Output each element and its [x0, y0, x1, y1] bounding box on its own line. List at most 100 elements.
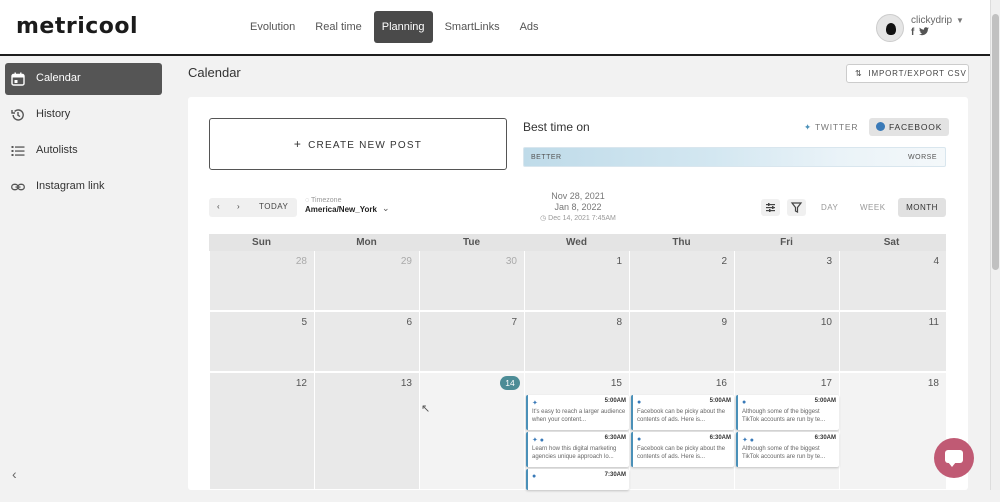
sidebar: Calendar History Autolists Instagram lin…: [0, 58, 168, 490]
scheduled-post[interactable]: ● 5:00AM Facebook can be picky about the…: [631, 395, 734, 430]
scheduled-post[interactable]: ● 5:00AM Although some of the biggest Ti…: [736, 395, 839, 430]
day-number: 7: [511, 317, 517, 328]
day-cell[interactable]: 8: [524, 312, 629, 372]
weekday-label: Wed: [566, 237, 587, 248]
chat-bubble-icon: [945, 450, 963, 467]
view-week-button[interactable]: WEEK: [860, 199, 886, 216]
scheduled-post[interactable]: ● 6:30AM Facebook can be picky about the…: [631, 432, 734, 467]
post-text: Facebook can be picky about the contents…: [637, 446, 726, 460]
timezone-value: America/New_York: [305, 205, 377, 214]
sliders-icon: [766, 203, 775, 212]
facebook-icon: f: [911, 27, 915, 38]
better-label: BETTER: [531, 154, 562, 161]
chat-button[interactable]: [934, 438, 974, 478]
day-number: 6: [406, 317, 412, 328]
nav-smartlinks[interactable]: SmartLinks: [437, 11, 508, 43]
scheduled-post[interactable]: ● 7:30AM: [526, 469, 629, 490]
prev-button[interactable]: ‹: [217, 202, 220, 211]
collapse-sidebar-button[interactable]: ‹: [12, 466, 17, 482]
scheduled-post[interactable]: ✦ ● 6:30AM Learn how this digital market…: [526, 432, 629, 467]
day-number: 3: [826, 256, 832, 267]
nav-planning[interactable]: Planning: [373, 11, 433, 43]
nav-evolution[interactable]: Evolution: [242, 11, 303, 43]
nav-ads[interactable]: Ads: [512, 11, 547, 43]
calendar-icon: [11, 72, 25, 86]
twitter-icon: ✦: [532, 400, 538, 407]
sidebar-item-instagram-link[interactable]: Instagram link: [5, 171, 162, 203]
view-day-button[interactable]: DAY: [821, 199, 838, 216]
history-icon: [11, 109, 24, 121]
day-cell[interactable]: 6: [314, 312, 419, 372]
day-number: 8: [616, 317, 622, 328]
sidebar-item-calendar[interactable]: Calendar: [5, 63, 162, 95]
chevron-down-icon[interactable]: ▼: [956, 16, 964, 25]
import-export-label: IMPORT/EXPORT CSV: [868, 69, 967, 78]
create-post-button[interactable]: + CREATE NEW POST: [209, 118, 507, 170]
day-cell[interactable]: 29: [314, 251, 419, 311]
post-text: Although some of the biggest TikTok acco…: [742, 446, 826, 460]
sidebar-item-autolists[interactable]: Autolists: [5, 135, 162, 167]
day-cell[interactable]: 4: [839, 251, 946, 311]
page-scrollbar[interactable]: [990, 0, 1000, 490]
chevron-down-icon[interactable]: ⌄: [382, 203, 390, 214]
twitter-icon: [919, 27, 930, 36]
import-export-button[interactable]: ⇅ IMPORT/EXPORT CSV: [846, 64, 969, 83]
day-number: 1: [616, 256, 622, 267]
sidebar-item-label: Instagram link: [36, 180, 105, 192]
username: clickydrip: [911, 15, 953, 26]
timezone-selector[interactable]: ◌ Timezone America/New_York ⌄: [305, 197, 390, 214]
day-cell[interactable]: 5: [209, 312, 314, 372]
facebook-icon: [876, 122, 885, 131]
sidebar-item-history[interactable]: History: [5, 99, 162, 131]
post-time: 5:00AM: [814, 398, 836, 404]
day-number: 16: [715, 378, 727, 389]
nav-real-time[interactable]: Real time: [307, 11, 369, 43]
scheduled-post[interactable]: ✦ 5:00AM It's easy to reach a larger aud…: [526, 395, 629, 430]
day-cell[interactable]: 18: [839, 373, 946, 490]
settings-button[interactable]: [761, 199, 780, 216]
network-tab-facebook[interactable]: FACEBOOK: [869, 118, 950, 136]
post-time: 5:00AM: [709, 398, 731, 404]
day-cell[interactable]: 28: [209, 251, 314, 311]
view-month-button[interactable]: MONTH: [898, 198, 946, 217]
day-cell[interactable]: 2: [629, 251, 734, 311]
day-cell[interactable]: 11: [839, 312, 946, 372]
weekday-label: Thu: [672, 237, 691, 248]
today-button[interactable]: TODAY: [259, 202, 288, 211]
next-button[interactable]: ›: [237, 202, 240, 211]
facebook-icon: ●: [637, 436, 642, 443]
post-time: 6:30AM: [709, 435, 731, 441]
day-cell[interactable]: 13: [314, 373, 419, 490]
day-number: 17: [820, 378, 832, 389]
day-cell[interactable]: 9: [629, 312, 734, 372]
post-text: It's easy to reach a larger audience whe…: [532, 409, 626, 423]
facebook-icon: ●: [742, 399, 747, 406]
day-cell-today[interactable]: 14: [419, 373, 524, 490]
day-cell[interactable]: 10: [734, 312, 839, 372]
scheduled-post[interactable]: ✦ ● 6:30AM Although some of the biggest …: [736, 432, 839, 467]
day-cell[interactable]: 7: [419, 312, 524, 372]
weekday-label: Tue: [462, 237, 481, 248]
day-number: 13: [400, 378, 412, 389]
post-text: Learn how this digital marketing agencie…: [532, 446, 617, 460]
day-cell[interactable]: 30: [419, 251, 524, 311]
avatar[interactable]: [876, 14, 904, 42]
scroll-thumb[interactable]: [992, 14, 999, 270]
mouse-cursor-icon: ↖: [421, 403, 431, 415]
day-cell[interactable]: 12: [209, 373, 314, 490]
day-cell[interactable]: 1: [524, 251, 629, 311]
app-logo[interactable]: metricool: [16, 14, 138, 39]
network-tab-twitter[interactable]: ✦ TWITTER: [798, 118, 864, 136]
post-time: 6:30AM: [814, 435, 836, 441]
facebook-icon: ●: [532, 473, 537, 480]
filter-button[interactable]: [787, 199, 806, 216]
post-text: [532, 482, 628, 502]
day-number: 10: [820, 317, 832, 328]
day-number: 29: [400, 256, 412, 267]
day-cell[interactable]: 3: [734, 251, 839, 311]
day-number: 5: [301, 317, 307, 328]
facebook-icon: ●: [637, 399, 642, 406]
sidebar-item-label: History: [36, 108, 71, 120]
twitter-facebook-icons: ✦ ●: [742, 437, 755, 444]
post-time: 6:30AM: [604, 435, 626, 441]
